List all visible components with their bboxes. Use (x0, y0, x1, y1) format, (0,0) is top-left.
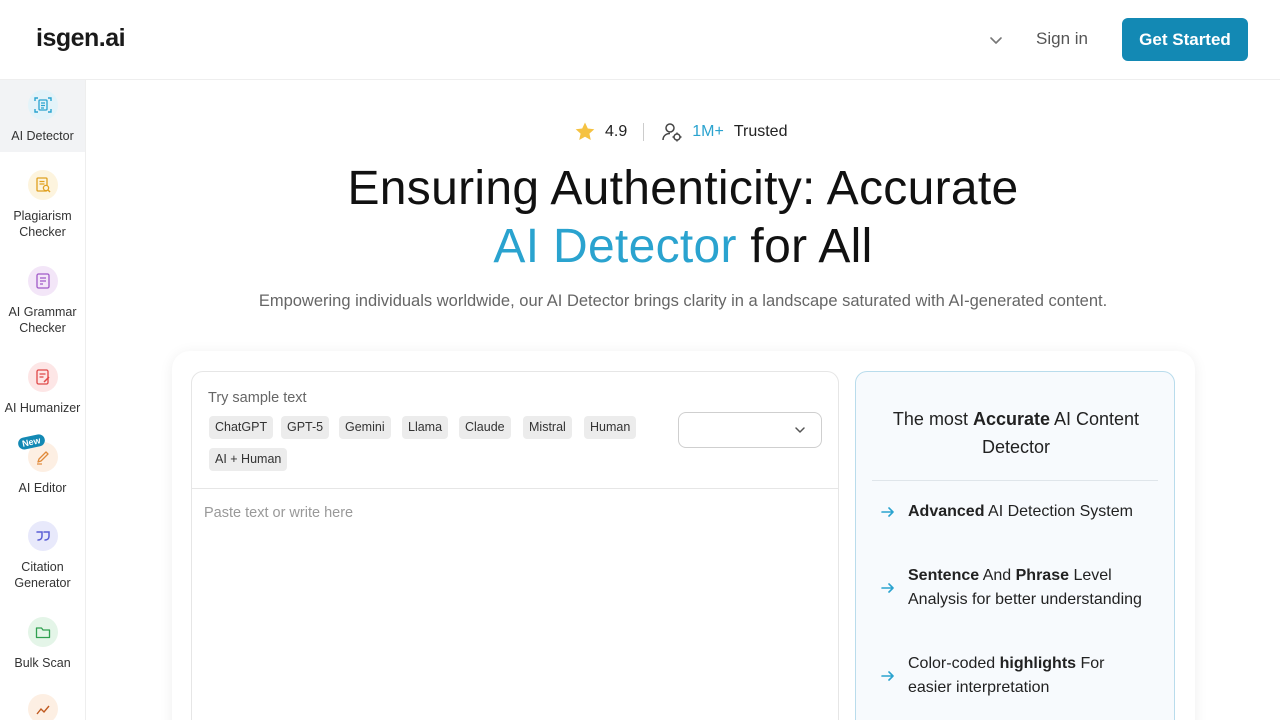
sidebar-item-label: AI Detector (11, 129, 74, 143)
sidebar: AI Detector Plagiarism Checker AI Gramma… (0, 80, 86, 720)
sign-in-link[interactable]: Sign in (1036, 29, 1088, 49)
title-line-1: Ensuring Authenticity: Accurate (347, 162, 1019, 215)
info-panel: The most Accurate AI Content Detector Ad… (855, 371, 1175, 720)
chevron-down-icon (795, 427, 805, 433)
feature-text: Sentence And Phrase Level Analysis for b… (908, 564, 1150, 612)
sidebar-item-label: AI Editor (18, 481, 67, 495)
rating-value: 4.9 (605, 123, 628, 140)
chevron-down-icon (990, 37, 1002, 44)
page-subtitle: Empowering individuals worldwide, our AI… (258, 292, 1108, 310)
folder-icon (27, 617, 58, 647)
sample-chip-llama[interactable]: Llama (402, 416, 449, 439)
rating-row: 4.9 1M+ Trusted (573, 118, 787, 146)
arrow-right-icon (880, 504, 908, 520)
star-icon (575, 122, 595, 140)
sidebar-item-bulk-scan[interactable]: Bulk Scan (0, 617, 85, 671)
get-started-button[interactable]: Get Started (1122, 18, 1248, 61)
sidebar-item-more[interactable] (0, 694, 85, 720)
sidebar-item-label: Citation Generator (14, 560, 71, 590)
sidebar-item-ai-grammar-checker[interactable]: AI Grammar Checker (0, 266, 85, 336)
logo[interactable]: isgen.ai (36, 24, 126, 53)
humanizer-document-icon (27, 362, 58, 392)
sample-chip-chatgpt[interactable]: ChatGPT (209, 416, 274, 439)
title-rest: for All (736, 220, 873, 273)
sample-chip-gemini[interactable]: Gemini (339, 416, 391, 439)
feature-bold: highlights (999, 655, 1077, 672)
language-select[interactable] (678, 412, 822, 448)
info-divider (872, 480, 1158, 481)
page-title: Ensuring Authenticity: Accurate AI Detec… (200, 160, 1166, 276)
sidebar-item-plagiarism-checker[interactable]: Plagiarism Checker (0, 170, 85, 240)
chart-icon (27, 694, 58, 720)
sidebar-item-label: AI Humanizer (4, 401, 81, 415)
top-header: isgen.ai Sign in Get Started (0, 0, 1280, 80)
trust-count: 1M+ (692, 123, 724, 140)
divider (643, 123, 645, 141)
sample-text-label: Try sample text (208, 390, 307, 406)
sidebar-item-ai-detector[interactable]: AI Detector (0, 80, 85, 152)
feature-item: Color-coded highlights For easier interp… (880, 652, 1150, 700)
sidebar-item-label: Bulk Scan (14, 656, 71, 670)
text-input[interactable] (192, 489, 838, 720)
trust-label: Trusted (733, 123, 788, 140)
feature-text: Advanced AI Detection System (908, 500, 1133, 524)
sidebar-item-ai-editor[interactable]: New AI Editor (0, 433, 85, 496)
feature-text: Color-coded highlights For easier interp… (908, 652, 1150, 700)
sidebar-item-ai-humanizer[interactable]: AI Humanizer (0, 362, 85, 416)
title-accent: AI Detector (493, 220, 737, 273)
feature-item: Sentence And Phrase Level Analysis for b… (880, 564, 1150, 612)
sample-chip-mistral[interactable]: Mistral (523, 416, 572, 439)
arrow-right-icon (880, 668, 908, 684)
quote-icon (27, 521, 58, 551)
sample-chip-gpt5[interactable]: GPT-5 (281, 416, 330, 439)
feature-pre: Color-coded (908, 655, 1000, 672)
info-title-bold: Accurate (972, 409, 1050, 429)
feature-bold: Advanced (908, 503, 985, 520)
user-gear-icon (662, 123, 682, 142)
feature-item: Advanced AI Detection System (880, 500, 1150, 524)
language-dropdown[interactable] (986, 30, 1006, 50)
grammar-document-icon (27, 266, 58, 296)
sidebar-item-label: Plagiarism Checker (13, 209, 72, 239)
info-title-pre: The most (892, 409, 973, 429)
sidebar-item-citation-generator[interactable]: Citation Generator (0, 521, 85, 591)
sample-chip-claude[interactable]: Claude (459, 416, 511, 439)
feature-rest: And (979, 567, 1016, 584)
feature-bold: Sentence (908, 567, 980, 584)
arrow-right-icon (880, 580, 908, 596)
document-scan-icon (27, 90, 58, 120)
sample-chip-human[interactable]: Human (584, 416, 637, 439)
document-search-icon (27, 170, 58, 200)
sidebar-item-label: AI Grammar Checker (8, 305, 77, 335)
feature-rest: AI Detection System (984, 503, 1133, 520)
sample-chip-ai-human[interactable]: AI + Human (209, 448, 288, 471)
text-editor-panel: Try sample text ChatGPT GPT-5 Gemini Lla… (191, 371, 839, 720)
feature-bold-2: Phrase (1015, 567, 1069, 584)
info-title: The most Accurate AI Content Detector (876, 405, 1156, 461)
